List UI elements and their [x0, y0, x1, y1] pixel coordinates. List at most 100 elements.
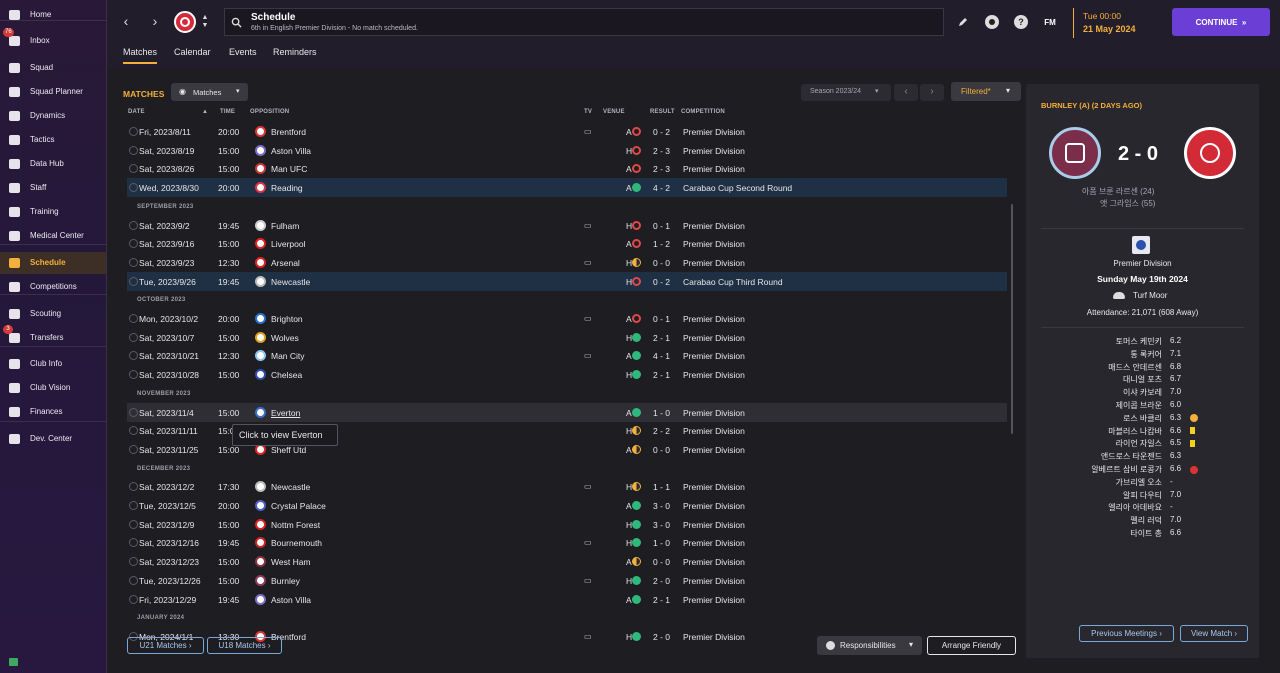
opponent-name: Man City: [271, 351, 305, 362]
result-icon: [632, 519, 641, 529]
column-tv[interactable]: TV: [584, 109, 592, 115]
player-name[interactable]: 이샤 카보레: [1123, 387, 1162, 398]
sidebar-item-transfers[interactable]: 3 Transfers: [0, 325, 106, 349]
table-row[interactable]: Sat, 2023/11/4 15:00 Everton A 1 - 0 Premier …: [127, 402, 1007, 422]
column-date[interactable]: DATE: [128, 109, 145, 115]
sidebar-item-tactics[interactable]: Tactics: [0, 129, 106, 151]
opponent-name: Brighton: [271, 314, 303, 324]
table-row[interactable]: Fri, 2023/8/11 20:00 Brentford ▭ A 0 - 2 Premi…: [127, 122, 1007, 141]
scout-icon[interactable]: [985, 15, 999, 29]
table-row[interactable]: Sat, 2023/9/16 15:00 Liverpool A 1 - 2 Premie…: [127, 234, 1007, 253]
back-button[interactable]: ‹: [119, 12, 133, 30]
table-row[interactable]: Sat, 2023/12/2 17:30 Newcastle ▭ H 1 - 1 Premi…: [127, 477, 1007, 496]
sidebar-item-schedule[interactable]: Schedule: [0, 252, 106, 274]
sidebar-item-training[interactable]: Training: [0, 201, 106, 223]
player-name[interactable]: 대니얼 포츠: [1123, 374, 1162, 385]
u21-matches-button[interactable]: U21 Matches ›: [127, 637, 204, 654]
sidebar-item-staff[interactable]: Staff: [0, 177, 106, 199]
player-rating: 6.3: [1170, 451, 1182, 461]
table-row[interactable]: Sat, 2023/8/19 15:00 Aston Villa H 2 - 3 Prem…: [127, 141, 1007, 160]
table-row[interactable]: Sat, 2023/10/28 15:00 Chelsea H 2 - 1 Premier…: [127, 365, 1007, 384]
column-opposition[interactable]: OPPOSITION: [250, 109, 289, 115]
tab-calendar[interactable]: Calendar: [174, 47, 211, 57]
player-name[interactable]: 엘리아 아데바요: [1108, 502, 1162, 513]
arrange-friendly-button[interactable]: Arrange Friendly: [927, 636, 1016, 655]
player-name[interactable]: 타이트 총: [1130, 528, 1162, 539]
table-row[interactable]: Sat, 2023/12/16 19:45 Bournemouth ▭ H 1 - 0 Pr…: [127, 533, 1007, 552]
away-crest-icon[interactable]: [1184, 127, 1236, 179]
table-row[interactable]: Sat, 2023/8/26 15:00 Man UFC A 2 - 3 Premier …: [127, 159, 1007, 178]
column-time[interactable]: TIME: [220, 109, 235, 115]
table-row[interactable]: Mon, 2023/10/2 20:00 Brighton ▭ A 0 - 1 Premie…: [127, 309, 1007, 328]
date-display[interactable]: Tue 00:00 21 May 2024: [1073, 8, 1165, 38]
column-venue[interactable]: VENUE: [603, 109, 625, 115]
player-name[interactable]: 매드스 안데르센: [1108, 362, 1162, 373]
shirt-icon: [8, 61, 21, 74]
club-crest-icon[interactable]: [174, 11, 196, 33]
player-name[interactable]: 앤드로스 타운젠드: [1101, 451, 1162, 462]
title-search-box[interactable]: Schedule 6th in English Premier Division…: [224, 8, 944, 36]
sidebar-item-data-hub[interactable]: Data Hub: [0, 153, 106, 175]
player-name[interactable]: 로스 바클리: [1123, 413, 1162, 424]
sidebar-item-dynamics[interactable]: Dynamics: [0, 105, 106, 127]
sidebar-item-scouting[interactable]: Scouting: [0, 303, 106, 325]
sidebar-item-squad-planner[interactable]: Squad Planner: [0, 81, 106, 103]
scrollbar[interactable]: [1011, 204, 1013, 434]
table-row[interactable]: Tue, 2023/12/5 20:00 Crystal Palace A 3 - 0 P…: [127, 496, 1007, 515]
tab-matches[interactable]: Matches: [123, 47, 158, 64]
sidebar-item-home[interactable]: Home: [0, 4, 106, 26]
column-result[interactable]: RESULT: [650, 109, 675, 115]
player-name[interactable]: 마블러스 나캄바: [1108, 426, 1162, 437]
matches-dropdown[interactable]: ◉ Matches ▾: [171, 83, 248, 101]
tab-reminders[interactable]: Reminders: [273, 47, 317, 57]
season-prev-button[interactable]: ‹: [894, 84, 918, 101]
table-row[interactable]: Tue, 2023/12/26 15:00 Burnley ▭ H 2 - 0 Premie…: [127, 571, 1007, 590]
sidebar-item-inbox[interactable]: 76 Inbox: [0, 28, 106, 52]
table-row[interactable]: Wed, 2023/8/30 20:00 Reading A 4 - 2 Carabao …: [127, 178, 1007, 198]
continue-button[interactable]: CONTINUE »: [1172, 8, 1270, 36]
forward-button[interactable]: ›: [148, 12, 162, 30]
home-icon: [8, 8, 21, 21]
season-select[interactable]: Season 2023/24 ▾: [801, 84, 891, 101]
sidebar-item-club-vision[interactable]: Club Vision: [0, 377, 106, 399]
table-row[interactable]: Sat, 2023/12/9 15:00 Nottm Forest H 3 - 0 Pre…: [127, 515, 1007, 534]
table-row[interactable]: Sat, 2023/10/7 15:00 Wolves H 2 - 1 Premier D…: [127, 328, 1007, 347]
view-match-button[interactable]: View Match ›: [1180, 625, 1248, 642]
table-row[interactable]: Fri, 2023/12/29 19:45 Aston Villa A 2 - 1 Pre…: [127, 590, 1007, 609]
player-name[interactable]: 제이콥 브라운: [1116, 400, 1162, 411]
table-row[interactable]: Sat, 2023/10/21 12:30 Man City ▭ A 4 - 1 Premi…: [127, 346, 1007, 365]
sidebar-item-medical-center[interactable]: Medical Center: [0, 225, 106, 247]
sidebar-item-club-info[interactable]: Club Info: [0, 353, 106, 375]
sidebar-item-squad[interactable]: Squad: [0, 57, 106, 79]
responsibilities-button[interactable]: Responsibilities ▾: [817, 636, 922, 655]
player-name[interactable]: 토머스 케민키: [1116, 336, 1162, 347]
edit-icon[interactable]: [957, 16, 969, 28]
sidebar-item-finances[interactable]: Finances: [0, 401, 106, 423]
season-next-button[interactable]: ›: [920, 84, 944, 101]
table-row[interactable]: Sat, 2023/9/2 19:45 Fulham ▭ H 0 - 1 Premier D…: [127, 216, 1007, 235]
sidebar-item-dev-center[interactable]: Dev. Center: [0, 428, 106, 450]
player-name[interactable]: 펠리 러덕: [1130, 515, 1162, 526]
previous-meetings-button[interactable]: Previous Meetings ›: [1079, 625, 1174, 642]
help-icon[interactable]: ?: [1014, 15, 1028, 29]
fm-menu-icon[interactable]: FM: [1042, 16, 1058, 28]
player-name[interactable]: 알피 다우티: [1123, 490, 1162, 501]
filter-dropdown[interactable]: Filtered* ▾: [951, 82, 1021, 101]
player-name[interactable]: 라이언 자일스: [1116, 438, 1162, 449]
column-competition[interactable]: COMPETITION: [681, 109, 725, 115]
player-name[interactable]: 통 록커어: [1130, 349, 1162, 360]
status-icon[interactable]: [9, 658, 18, 666]
competition: Premier Division: [683, 164, 745, 175]
u18-matches-button[interactable]: U18 Matches ›: [207, 637, 282, 654]
sidebar-item-competitions[interactable]: Competitions: [0, 276, 106, 298]
page-title: Schedule: [251, 12, 296, 23]
table-row[interactable]: Sat, 2023/12/23 15:00 West Ham A 0 - 0 Premie…: [127, 552, 1007, 571]
match-time: 19:45: [218, 594, 240, 605]
player-name[interactable]: 가브리엘 오소: [1116, 477, 1162, 488]
crest-chevron-icon[interactable]: ▲ ▼: [200, 12, 210, 32]
table-row[interactable]: Sat, 2023/9/23 12:30 Arsenal ▭ H 0 - 0 Premier…: [127, 253, 1007, 272]
home-crest-icon[interactable]: [1049, 127, 1101, 179]
player-name[interactable]: 알베르트 삼비 로콩가: [1091, 464, 1162, 475]
table-row[interactable]: Tue, 2023/9/26 19:45 Newcastle H 0 - 2 Caraba…: [127, 271, 1007, 291]
tab-events[interactable]: Events: [229, 47, 257, 57]
